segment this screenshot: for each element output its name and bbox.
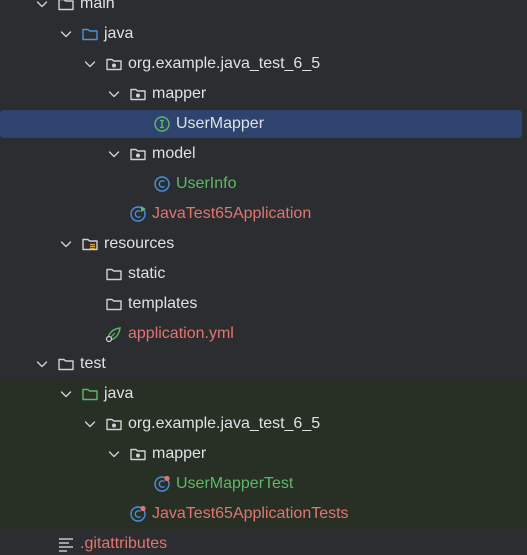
tree-item[interactable]: JavaTest65Application [0,199,527,229]
tree-item[interactable]: java [0,379,527,409]
test-class-icon [129,505,147,523]
chevron-down-icon[interactable] [106,446,122,462]
folder-icon [105,295,123,313]
project-tree: main java org.example.java_test_6_5 mapper U… [0,0,527,555]
spring-boot-class-icon [129,205,147,223]
chevron-down-icon[interactable] [34,0,50,12]
tree-item-label: JavaTest65Application [152,205,312,222]
folder-icon [57,0,75,13]
package-icon [105,415,123,433]
tree-item-label: mapper [152,445,207,462]
chevron-down-icon[interactable] [58,386,74,402]
tree-item[interactable]: main [0,0,527,19]
resources-folder-icon [81,235,99,253]
chevron-down-icon[interactable] [106,86,122,102]
tree-item[interactable]: java [0,19,527,49]
tree-item-label: mapper [152,85,207,102]
chevron-down-icon[interactable] [82,416,98,432]
tree-item[interactable]: static [0,259,527,289]
tree-item-label: resources [104,235,175,252]
folder-icon [105,265,123,283]
package-icon [129,445,147,463]
tree-item[interactable]: UserMapper [0,109,527,139]
tree-item[interactable]: .gitattributes [0,529,527,555]
interface-icon [153,115,171,133]
package-icon [129,85,147,103]
tree-item-label: UserInfo [176,175,237,192]
test-class-icon [153,475,171,493]
tree-item-label: UserMapperTest [176,475,294,492]
tree-item[interactable]: resources [0,229,527,259]
tree-item[interactable]: mapper [0,79,527,109]
tree-item-label: java [104,385,134,402]
tree-item-label: org.example.java_test_6_5 [128,415,321,432]
chevron-down-icon[interactable] [58,26,74,42]
test-source-folder-icon [81,385,99,403]
tree-item-label: java [104,25,134,42]
tree-item[interactable]: UserInfo [0,169,527,199]
folder-icon [57,355,75,373]
source-folder-icon [81,25,99,43]
tree-item-label: application.yml [128,325,234,342]
chevron-down-icon[interactable] [106,146,122,162]
tree-item[interactable]: application.yml [0,319,527,349]
tree-item-label: templates [128,295,198,312]
tree-item[interactable]: UserMapperTest [0,469,527,499]
tree-item[interactable]: model [0,139,527,169]
tree-item-label: static [128,265,166,282]
tree-item[interactable]: test [0,349,527,379]
tree-item-label: test [80,355,106,372]
tree-item[interactable]: JavaTest65ApplicationTests [0,499,527,529]
spring-config-icon [105,325,123,343]
tree-item[interactable]: org.example.java_test_6_5 [0,49,527,79]
tree-item[interactable]: templates [0,289,527,319]
tree-item-label: model [152,145,196,162]
tree-item[interactable]: mapper [0,439,527,469]
chevron-down-icon[interactable] [82,56,98,72]
tree-item-label: org.example.java_test_6_5 [128,55,321,72]
tree-item-label: JavaTest65ApplicationTests [152,505,349,522]
class-icon [153,175,171,193]
tree-item-label: UserMapper [176,115,265,132]
chevron-down-icon[interactable] [34,356,50,372]
package-icon [105,55,123,73]
tree-item[interactable]: org.example.java_test_6_5 [0,409,527,439]
chevron-down-icon[interactable] [58,236,74,252]
package-icon [129,145,147,163]
text-file-icon [57,535,75,553]
tree-item-label: main [80,0,115,12]
tree-item-label: .gitattributes [80,535,168,552]
